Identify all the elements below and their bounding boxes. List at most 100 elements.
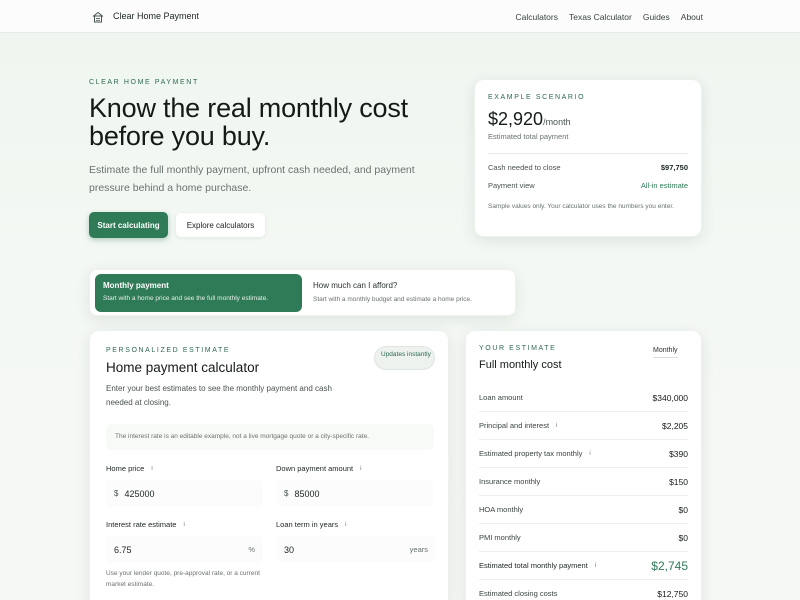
info-icon[interactable]: i [151, 466, 152, 472]
interest-rate-help: Use your lender quote, pre-approval rate… [106, 570, 260, 588]
info-icon[interactable]: i [183, 522, 184, 528]
info-icon[interactable]: i [595, 563, 596, 569]
estimate-row-value: $390 [669, 448, 688, 459]
calculator-title: Home payment calculator [106, 360, 260, 375]
updates-badge: Updates instantly [374, 346, 435, 370]
home-price-value: 425000 [124, 488, 155, 499]
currency-prefix: $ [284, 489, 289, 498]
house-icon [92, 10, 104, 23]
calculator-eyebrow: PERSONALIZED ESTIMATE [106, 347, 231, 354]
brand-name: Clear Home Payment [113, 11, 200, 21]
top-nav: Clear Home Payment Calculators Texas Cal… [0, 0, 800, 33]
tab-title: How much can I afford? [313, 281, 398, 290]
explore-calculators-button[interactable]: Explore calculators [176, 213, 265, 237]
years-suffix: years [409, 545, 428, 554]
home-price-label: Home price i [106, 464, 153, 473]
tab-monthly-payment[interactable]: Monthly payment Start with a home price … [95, 274, 302, 312]
loan-term-input[interactable]: 30 years [276, 536, 436, 563]
start-calculating-button[interactable]: Start calculating [89, 212, 168, 238]
info-icon[interactable]: i [589, 451, 590, 457]
estimate-row-label: PMI monthly [479, 533, 521, 542]
down-payment-input[interactable]: $ 85000 [276, 480, 433, 507]
estimate-row-value: $0 [678, 532, 688, 543]
estimate-row-label: Principal and interest i [479, 421, 557, 430]
field-label-text: Home price [106, 464, 145, 473]
nav-link-guides[interactable]: Guides [643, 12, 670, 22]
scenario-amount: $2,920/month [488, 109, 571, 130]
estimate-row-label-text: Principal and interest [479, 421, 550, 430]
loan-term-value: 30 [284, 544, 295, 555]
nav-links: Calculators Texas Calculator Guides Abou… [515, 12, 703, 22]
scenario-note: Sample values only. Your calculator uses… [488, 203, 674, 210]
down-payment-label: Down payment amount i [276, 464, 361, 473]
tab-description: Start with a home price and see the full… [103, 295, 269, 302]
estimate-row: Estimated closing costs $12,750 [479, 580, 688, 600]
estimate-row: PMI monthly $0 [479, 524, 688, 552]
nav-link-texas-calculator[interactable]: Texas Calculator [569, 12, 632, 22]
estimate-row-value: $2,205 [662, 420, 688, 431]
scenario-row-value: $97,750 [660, 163, 688, 172]
estimate-row: Loan amount $340,000 [479, 384, 688, 412]
estimate-row: HOA monthly $0 [479, 496, 688, 524]
estimate-row-value: $340,000 [652, 392, 688, 403]
scenario-eyebrow: EXAMPLE SCENARIO [488, 94, 586, 101]
estimate-row-label: Estimated property tax monthly i [479, 449, 591, 458]
estimate-row-label-text: Insurance monthly [479, 477, 541, 486]
estimate-row-value: $150 [669, 476, 688, 487]
estimate-row-label-text: Loan amount [479, 393, 523, 402]
example-scenario-card: EXAMPLE SCENARIO $2,920/month Estimated … [474, 79, 702, 237]
loan-term-label: Loan term in years i [276, 520, 346, 529]
percent-suffix: % [248, 545, 255, 554]
your-estimate-card: YOUR ESTIMATE Full monthly cost Monthly … [465, 330, 702, 600]
scenario-row-cash: Cash needed to close $97,750 [488, 163, 688, 172]
scenario-row-view: Payment view All-in estimate [488, 181, 688, 190]
home-price-input[interactable]: $ 425000 [106, 480, 263, 507]
estimate-row-label-text: HOA monthly [479, 505, 524, 514]
estimate-title: Full monthly cost [479, 359, 562, 371]
interest-rate-input[interactable]: 6.75 % [106, 536, 263, 563]
home-payment-calculator-card: PERSONALIZED ESTIMATE Home payment calcu… [89, 330, 449, 600]
estimate-row-label-text: PMI monthly [479, 533, 521, 542]
field-label-text: Interest rate estimate [106, 520, 177, 529]
period-toggle[interactable]: Monthly [653, 347, 678, 358]
estimate-row-label-text: Estimated total monthly payment [479, 561, 588, 570]
nav-link-calculators[interactable]: Calculators [515, 12, 558, 22]
nav-link-about[interactable]: About [681, 12, 703, 22]
interest-rate-label: Interest rate estimate i [106, 520, 185, 529]
scenario-amount-per: /month [543, 117, 571, 127]
tab-description: Start with a monthly budget and estimate… [313, 296, 472, 303]
info-icon[interactable]: i [556, 423, 557, 429]
info-icon[interactable]: i [360, 466, 361, 472]
brand-link[interactable]: Clear Home Payment [92, 10, 200, 23]
estimate-row-label: Estimated total monthly payment i [479, 561, 596, 570]
info-icon[interactable]: i [345, 522, 346, 528]
scenario-amount-value: $2,920 [488, 109, 544, 129]
estimate-row: Insurance monthly $150 [479, 468, 688, 496]
tab-affordability[interactable]: How much can I afford? Start with a mont… [313, 281, 472, 303]
scenario-row-value: All-in estimate [640, 181, 688, 190]
scenario-divider [488, 153, 688, 154]
interest-rate-note: The interest rate is an editable example… [106, 424, 434, 450]
estimate-eyebrow: YOUR ESTIMATE [479, 345, 557, 352]
estimate-row: Estimated total monthly payment i $2,745 [479, 552, 688, 580]
hero-subtitle: Estimate the full monthly payment, upfro… [89, 164, 415, 194]
estimate-row: Estimated property tax monthly i $390 [479, 440, 688, 468]
estimate-row-label: Estimated closing costs [479, 589, 557, 598]
estimate-row-value: $0 [678, 504, 688, 515]
hero-title: Know the real monthly cost before you bu… [89, 93, 408, 151]
estimate-row-label: HOA monthly [479, 505, 523, 514]
estimate-row-label-text: Estimated property tax monthly [479, 449, 583, 458]
calculator-description: Enter your best estimates to see the mon… [106, 384, 332, 407]
field-label-text: Loan term in years [276, 520, 339, 529]
scenario-row-label: Cash needed to close [488, 163, 561, 172]
estimate-row-label: Insurance monthly [479, 477, 540, 486]
down-payment-value: 85000 [294, 488, 320, 499]
currency-prefix: $ [114, 489, 119, 498]
interest-rate-value: 6.75 [114, 544, 132, 555]
estimate-row-value: $2,745 [651, 558, 688, 573]
tab-title: Monthly payment [103, 281, 169, 290]
estimate-row-label-text: Estimated closing costs [479, 589, 558, 598]
scenario-caption: Estimated total payment [488, 132, 569, 141]
calculator-mode-tabs: Monthly payment Start with a home price … [89, 269, 516, 316]
estimate-row-label: Loan amount [479, 393, 523, 402]
